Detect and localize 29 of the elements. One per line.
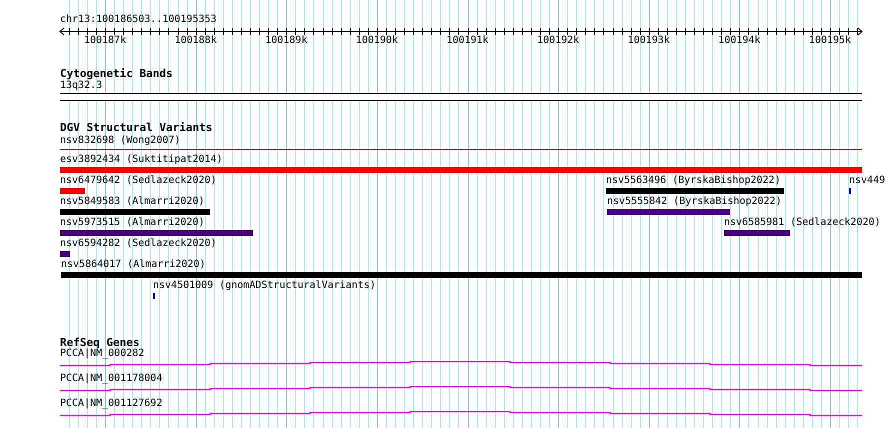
feature-label: nsv449 [849,175,886,187]
feature-label: nsv5563496 (ByrskaBishop2022) [606,175,781,187]
tick-label: 100194k [718,35,760,47]
gene-label: PCCA|NM_001127692 [60,398,162,410]
track-title: RefSeq Genes [60,336,140,349]
track-title: Cytogenetic Bands [60,67,173,80]
feature-label: nsv5864017 (Almarri2020) [61,259,206,271]
region-label: chr13:100186503..100195353 [60,14,217,26]
tick-label: 100187k [84,35,126,47]
tick-label: 100195k [808,35,852,47]
feature-label: nsv5555842 (ByrskaBishop2022) [607,196,782,208]
gene-label: PCCA|NM_000282 [60,348,144,360]
tick-label: 100192k [537,35,580,47]
feature-label: nsv832698 (Wong2007) [60,135,180,147]
tick-label: 100188k [174,35,217,47]
tick-label: 100191k [446,35,489,47]
feature-label: nsv5849583 (Almarri2020) [60,196,204,208]
gene-label: PCCA|NM_001178004 [60,373,162,385]
feature-label: nsv4501009 (gnomADStructuralVariants) [153,280,376,292]
band-label: 13q32.3 [60,80,102,92]
feature-label: nsv5973515 (Almarri2020) [60,217,204,229]
tick-label: 100189k [265,35,308,47]
feature-label: nsv6585981 (Sedlazeck2020) [724,217,881,229]
feature-label: nsv6479642 (Sedlazeck2020) [60,175,217,187]
track-title: DGV Structural Variants [60,121,212,134]
feature-label: esv3892434 (Suktitipat2014) [60,154,223,166]
tick-label: 100190k [356,35,398,47]
feature-label: nsv6594282 (Sedlazeck2020) [60,238,217,250]
tick-label: 100193k [628,35,670,47]
